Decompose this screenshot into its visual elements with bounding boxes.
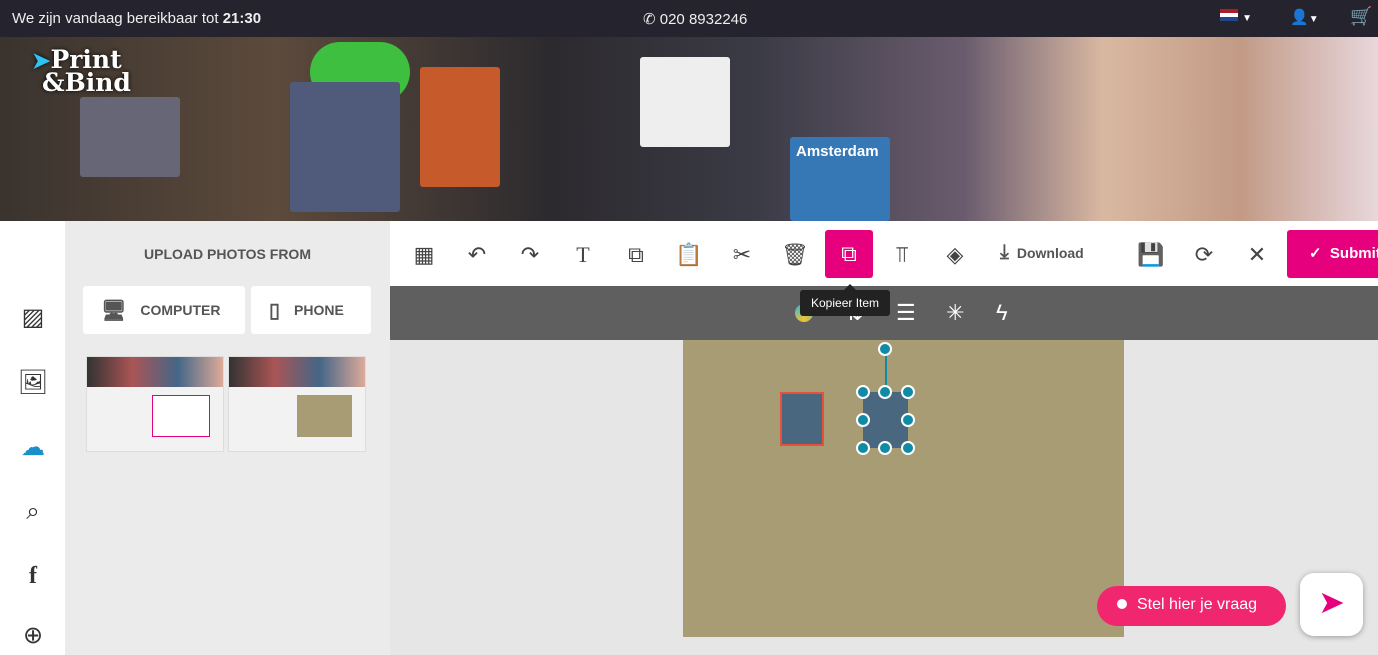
undo-icon[interactable]: ↶ — [454, 232, 500, 278]
layers-icon[interactable]: ◈ — [932, 232, 978, 278]
align-icon[interactable]: ☰ — [896, 300, 916, 326]
tooltip: Kopieer Item — [800, 284, 891, 316]
design-artboard[interactable] — [683, 340, 1124, 637]
paste-icon[interactable]: 📋 — [666, 232, 712, 278]
chevron-down-icon: ▼ — [1242, 13, 1253, 24]
language-select[interactable]: ▼ — [1220, 8, 1252, 25]
upload-panel: UPLOAD PHOTOS FROM 🖥 COMPUTER ▯ PHONE — [65, 221, 390, 655]
print-and-bind-logo[interactable]: ➤Print &Bind — [32, 47, 131, 95]
phone-link[interactable]: ✆ 020 8932246 — [643, 10, 747, 28]
image-icon[interactable]: 🖼 — [17, 368, 49, 400]
download-button[interactable]: ⤓ Download — [1000, 241, 1084, 264]
lightning-icon[interactable]: ϟ — [996, 300, 1008, 326]
upload-cloud-icon[interactable]: ☁ — [17, 433, 49, 465]
resize-handle[interactable] — [856, 413, 870, 427]
resize-handle[interactable] — [901, 441, 915, 455]
text-icon[interactable]: T — [560, 232, 606, 278]
check-icon: ✓ — [1309, 245, 1322, 262]
phone-device-icon: ▯ — [269, 299, 281, 322]
resize-handle[interactable] — [901, 385, 915, 399]
rotate-handle[interactable] — [878, 342, 892, 356]
nl-flag-icon — [1220, 9, 1238, 21]
search-icon[interactable]: ⌕ — [17, 498, 49, 530]
hero-banner: Amsterdam ➤Print &Bind — [0, 37, 1378, 221]
shapes-icon[interactable]: ⧉ — [613, 232, 659, 278]
status-dot-icon — [1117, 599, 1127, 609]
effects-icon[interactable]: ✳ — [946, 300, 964, 326]
top-bar: We zijn vandaag bereikbaar tot 21:30 ✆ 0… — [0, 0, 1378, 37]
refresh-icon[interactable]: ⟳ — [1181, 232, 1227, 278]
save-icon[interactable]: 💾 — [1128, 232, 1174, 278]
chevron-down-icon: ▼ — [1308, 14, 1319, 25]
amsterdam-card: Amsterdam — [790, 137, 890, 221]
close-icon[interactable]: ✕ — [1234, 232, 1280, 278]
align-top-icon[interactable]: ⫪ — [879, 232, 925, 278]
icon-sidebar: ▨ 🖼 ☁ ⌕ f ⊕ — [0, 221, 65, 655]
redo-icon[interactable]: ↷ — [507, 232, 553, 278]
monitor-icon: 🖥 — [101, 299, 127, 322]
resize-handle[interactable] — [901, 413, 915, 427]
availability-text: We zijn vandaag bereikbaar tot 21:30 — [12, 10, 262, 27]
chat-button[interactable]: Stel hier je vraag — [1097, 586, 1286, 626]
phone-icon: ✆ — [643, 11, 656, 28]
cart-icon[interactable]: 🛒 — [1350, 6, 1372, 27]
editor-toolbar: ▦ ↶ ↷ T ⧉ 📋 ✂ 🗑 ⧉ ⫪ ◈ ⤓ Download 💾 ⟳ ✕ ✓ … — [390, 221, 1378, 286]
pattern-icon[interactable]: ▨ — [17, 303, 49, 335]
upload-phone-button[interactable]: ▯ PHONE — [251, 286, 371, 334]
resize-handle[interactable] — [878, 385, 892, 399]
upload-computer-button[interactable]: 🖥 COMPUTER — [83, 286, 245, 334]
copy-item-button[interactable]: ⧉ — [825, 230, 873, 278]
resize-handle[interactable] — [878, 441, 892, 455]
shape-rectangle[interactable] — [780, 392, 824, 446]
uploaded-photo-thumbnail[interactable] — [228, 356, 366, 452]
upload-title: UPLOAD PHOTOS FROM — [144, 246, 311, 262]
resize-handle[interactable] — [856, 441, 870, 455]
uploaded-photo-thumbnail[interactable] — [86, 356, 224, 452]
cloud-download-icon: ⤓ — [1000, 241, 1009, 263]
resize-handle[interactable] — [856, 385, 870, 399]
facebook-icon[interactable]: f — [17, 563, 49, 595]
delete-icon[interactable]: 🗑 — [772, 232, 818, 278]
cut-icon[interactable]: ✂ — [719, 232, 765, 278]
user-icon: 👤 — [1290, 9, 1309, 26]
account-button[interactable]: 👤▼ — [1290, 8, 1319, 26]
zoom-in-icon[interactable]: ⊕ — [17, 621, 49, 653]
qr-code-icon[interactable]: ▦ — [401, 232, 447, 278]
submit-button[interactable]: ✓ Submit — [1287, 230, 1378, 278]
chat-bot-avatar[interactable]: ➤ — [1300, 573, 1363, 636]
copy-icon: ⧉ — [841, 241, 857, 266]
paper-plane-icon: ➤ — [1318, 584, 1345, 620]
